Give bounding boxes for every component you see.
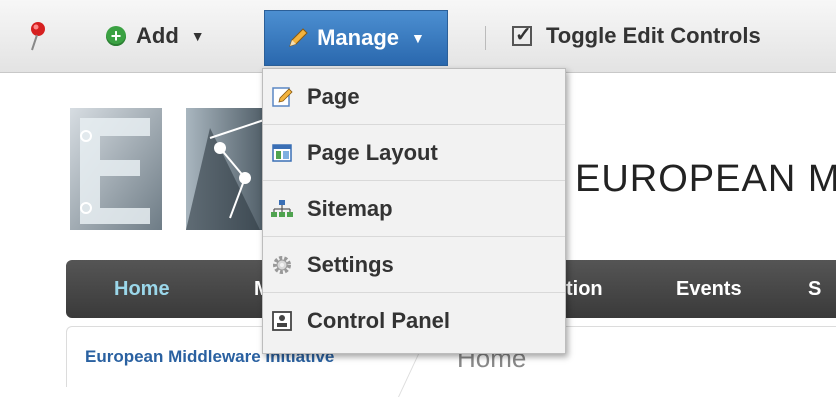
add-label: Add	[136, 23, 179, 48]
nav-item-partial-2[interactable]: tion	[566, 278, 603, 301]
menu-item-settings[interactable]: Settings	[263, 237, 565, 293]
menu-item-label: Page	[307, 83, 360, 109]
toggle-label: Toggle Edit Controls	[546, 23, 761, 48]
gear-icon	[271, 254, 293, 276]
menu-item-control-panel[interactable]: Control Panel	[263, 293, 565, 349]
dockbar: + Add ▼ Manage ▼ ✓ Toggle Edit Controls	[0, 0, 836, 73]
menu-item-label: Page Layout	[307, 139, 438, 165]
menu-item-label: Control Panel	[307, 308, 451, 333]
site-logo[interactable]	[70, 108, 280, 230]
menu-item-page[interactable]: Page	[263, 69, 565, 125]
nav-item-home[interactable]: Home	[114, 278, 170, 301]
toolbar-divider	[485, 26, 486, 50]
menu-item-sitemap[interactable]: Sitemap	[263, 181, 565, 237]
nav-item-partial-3[interactable]: S	[808, 278, 821, 301]
checkbox-icon: ✓	[512, 24, 532, 46]
menu-item-label: Settings	[307, 251, 394, 277]
menu-item-label: Sitemap	[307, 195, 393, 221]
add-icon: +	[106, 26, 126, 46]
pin-icon[interactable]	[26, 12, 48, 60]
manage-label: Manage	[317, 25, 400, 50]
control-panel-icon	[271, 310, 293, 332]
manage-dropdown-menu: Page Page Layout Sitemap Settings Contro…	[262, 68, 566, 354]
menu-item-page-layout[interactable]: Page Layout	[263, 125, 565, 181]
pencil-icon	[287, 27, 309, 49]
site-title: EUROPEAN M	[575, 158, 836, 200]
page-edit-icon	[271, 86, 293, 108]
nav-item-events[interactable]: Events	[676, 278, 742, 301]
sitemap-icon	[271, 198, 293, 220]
chevron-down-icon: ▼	[190, 28, 205, 44]
toggle-edit-controls-button[interactable]: ✓ Toggle Edit Controls	[512, 12, 761, 60]
add-button[interactable]: + Add ▼	[106, 12, 205, 60]
manage-button[interactable]: Manage ▼	[264, 10, 448, 66]
chevron-down-icon: ▼	[411, 30, 425, 46]
layout-icon	[271, 142, 293, 164]
